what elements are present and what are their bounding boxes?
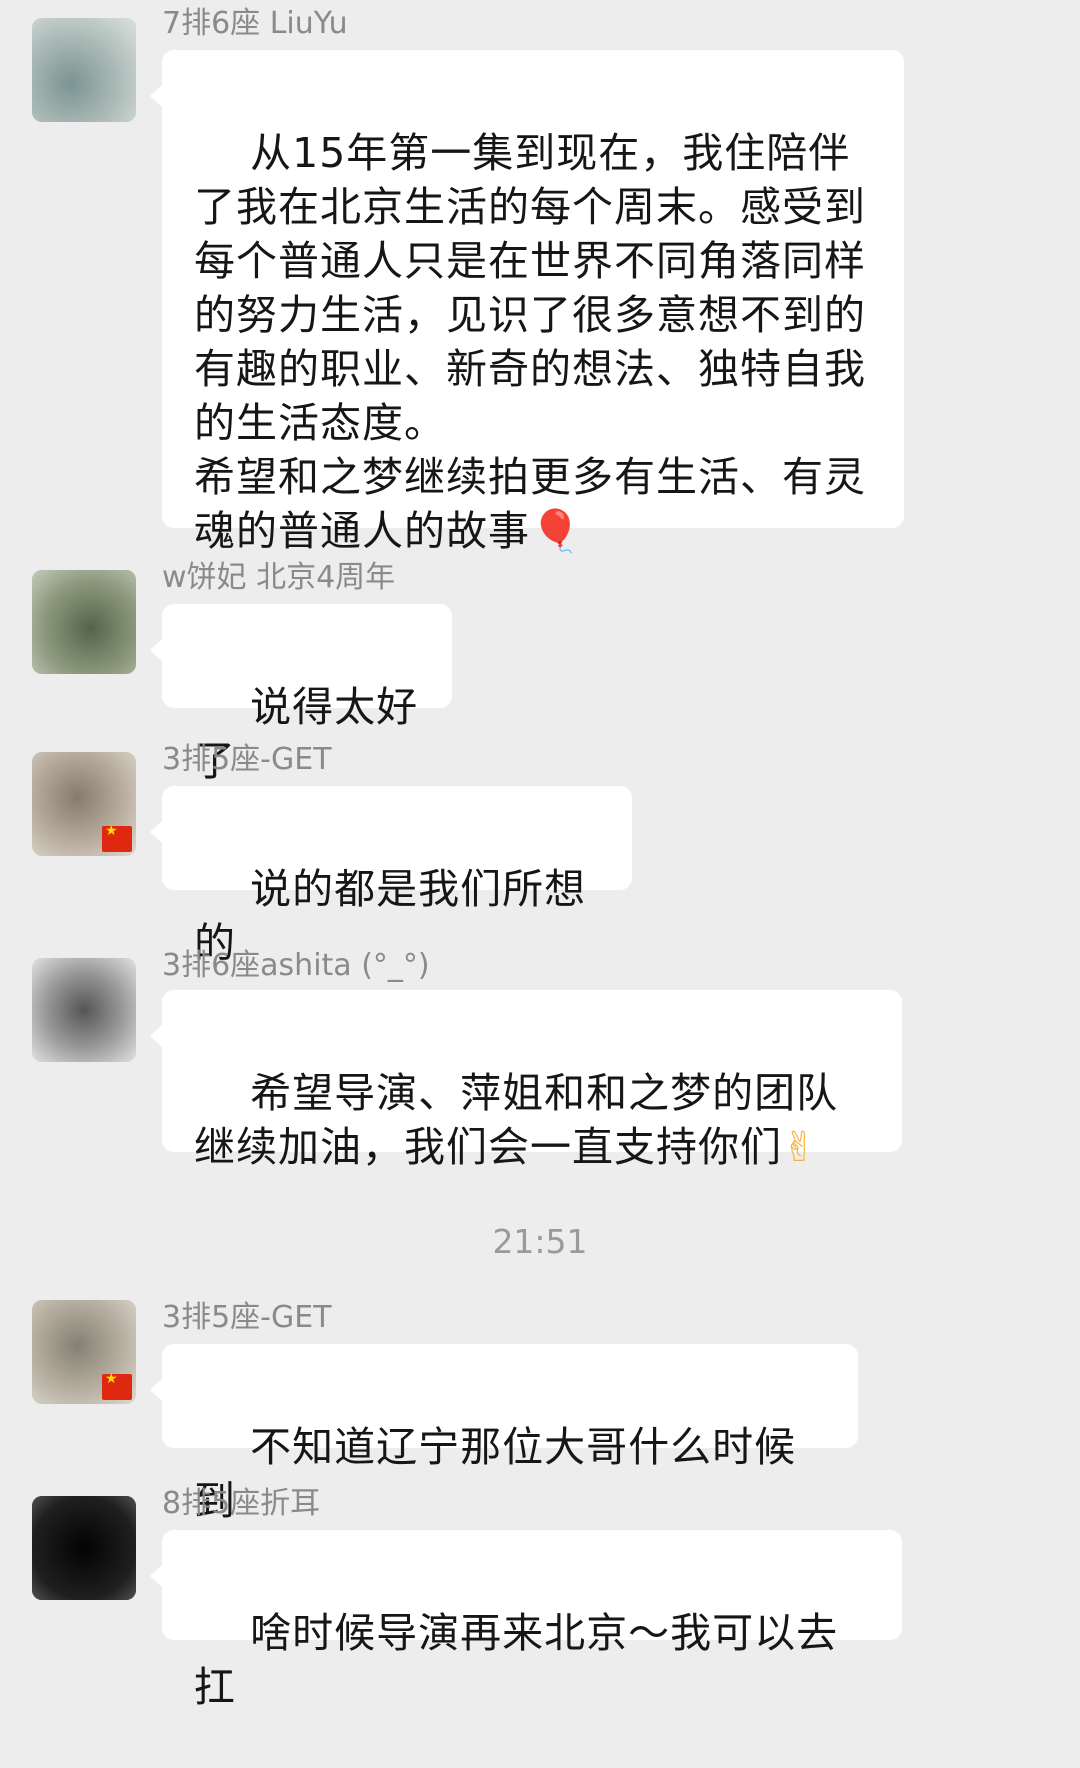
avatar[interactable] bbox=[32, 958, 136, 1062]
china-flag-icon bbox=[102, 823, 132, 852]
sender-name: 3排5座-GET bbox=[162, 742, 332, 777]
avatar[interactable] bbox=[32, 18, 136, 122]
message-bubble[interactable]: 说的都是我们所想的 bbox=[150, 786, 632, 967]
avatar[interactable] bbox=[32, 1496, 136, 1600]
message-bubble[interactable]: 啥时候导演再来北京～我可以去扛 bbox=[150, 1530, 902, 1711]
message-text: 从15年第一集到现在，我住陪伴了我在北京生活的每个周末。感受到每个普通人只是在世… bbox=[194, 129, 866, 555]
timestamp: 21:51 bbox=[492, 1222, 588, 1261]
avatar[interactable] bbox=[32, 570, 136, 674]
avatar[interactable] bbox=[32, 752, 136, 856]
balloon-icon: 🎈 bbox=[530, 507, 583, 555]
message-bubble[interactable]: 不知道辽宁那位大哥什么时候到 bbox=[150, 1344, 858, 1525]
message-bubble[interactable]: 从15年第一集到现在，我住陪伴了我在北京生活的每个周末。感受到每个普通人只是在世… bbox=[150, 50, 904, 555]
message-text: 啥时候导演再来北京～我可以去扛 bbox=[194, 1609, 839, 1711]
sender-name: 3排6座ashita (°_°) bbox=[162, 948, 430, 983]
sender-name: w饼妃 北京4周年 bbox=[162, 560, 396, 595]
victory-hand-icon: ✌ bbox=[782, 1123, 818, 1171]
message-bubble[interactable]: 希望导演、萍姐和和之梦的团队继续加油，我们会一直支持你们✌ bbox=[150, 990, 902, 1171]
message-text: 希望导演、萍姐和和之梦的团队继续加油，我们会一直支持你们 bbox=[194, 1069, 839, 1171]
sender-name: 7排6座 LiuYu bbox=[162, 6, 348, 41]
sender-name: 8排5座折耳 bbox=[162, 1486, 321, 1521]
china-flag-icon bbox=[102, 1371, 132, 1400]
message-bubble[interactable]: 说得太好了 bbox=[150, 604, 452, 785]
avatar[interactable] bbox=[32, 1300, 136, 1404]
sender-name: 3排5座-GET bbox=[162, 1300, 332, 1335]
